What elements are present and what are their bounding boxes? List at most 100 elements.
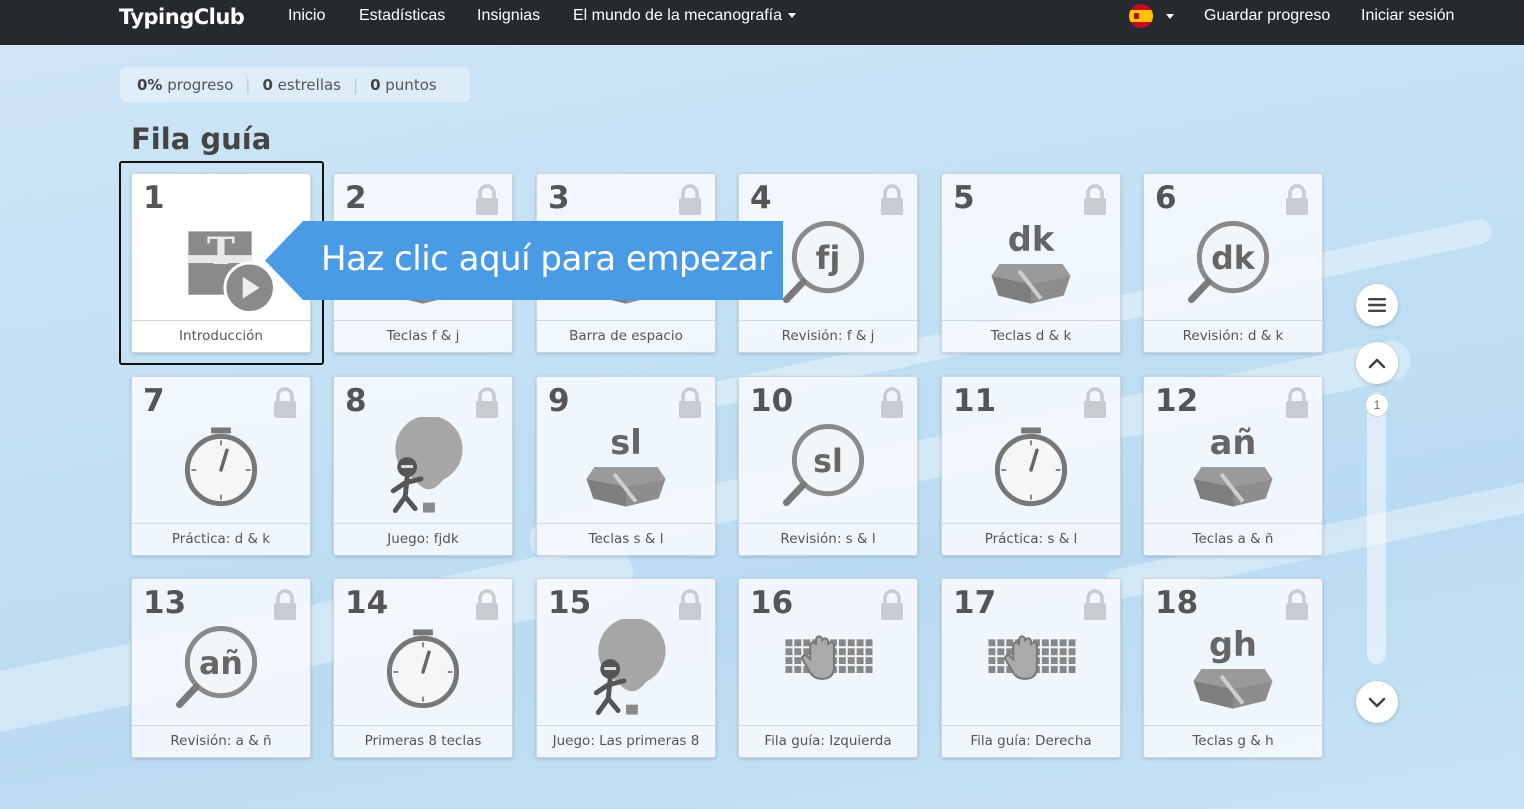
svg-text:sl: sl bbox=[610, 423, 642, 462]
points-label: puntos bbox=[385, 75, 437, 94]
scroll-down-button[interactable] bbox=[1356, 681, 1398, 723]
key-box-icon: dk bbox=[991, 220, 1071, 304]
lesson-label: Primeras 8 teclas bbox=[334, 725, 512, 757]
lock-icon bbox=[881, 589, 903, 620]
lesson-number: 18 bbox=[1155, 585, 1199, 621]
lesson-number: 1 bbox=[143, 180, 165, 216]
lesson-card-9[interactable]: 9 sl Teclas s & l bbox=[536, 376, 716, 556]
lock-icon bbox=[1084, 589, 1106, 620]
nav-dropdown-label: El mundo de la mecanografía bbox=[573, 7, 783, 24]
stopwatch-icon bbox=[386, 629, 460, 709]
menu-button[interactable] bbox=[1356, 284, 1398, 326]
lesson-card-11[interactable]: 11 Práctica: s & l bbox=[941, 376, 1121, 556]
lesson-number: 3 bbox=[548, 180, 570, 216]
language-caret-icon[interactable] bbox=[1166, 14, 1174, 19]
lock-icon bbox=[476, 184, 498, 215]
balloon-game-icon bbox=[593, 619, 666, 716]
lesson-number: 5 bbox=[953, 180, 975, 216]
section-title: Fila guía bbox=[131, 122, 272, 156]
scroll-up-button[interactable] bbox=[1356, 342, 1398, 384]
lesson-label: Revisión: s & l bbox=[739, 523, 917, 555]
lesson-card-7[interactable]: 7 Práctica: d & k bbox=[131, 376, 311, 556]
tooltip-text: Haz clic aquí para empezar bbox=[321, 239, 772, 279]
svg-text:fj: fj bbox=[816, 241, 841, 277]
nav-link-estadisticas[interactable]: Estadísticas bbox=[359, 7, 445, 25]
stars-label: estrellas bbox=[277, 75, 341, 94]
brand-logo[interactable]: TypingClub bbox=[119, 5, 245, 29]
magnifier-review-icon: dk bbox=[1188, 221, 1270, 304]
lesson-label: Teclas d & k bbox=[942, 320, 1120, 352]
lesson-label: Fila guía: Derecha bbox=[942, 725, 1120, 757]
start-tooltip: Haz clic aquí para empezar bbox=[265, 221, 783, 300]
lesson-label: Barra de espacio bbox=[537, 320, 715, 352]
lesson-card-6[interactable]: 6 dk Revisión: d & k bbox=[1143, 173, 1323, 353]
points-value: 0 bbox=[370, 75, 381, 94]
lesson-card-16[interactable]: 16 Fila guía: Izquierda bbox=[738, 578, 918, 758]
top-navbar: TypingClub Inicio Estadísticas Insignias… bbox=[0, 0, 1524, 45]
lesson-label: Fila guía: Izquierda bbox=[739, 725, 917, 757]
lesson-card-8[interactable]: 8 Juego: fjdk bbox=[333, 376, 513, 556]
lesson-number: 10 bbox=[750, 383, 794, 419]
lesson-card-10[interactable]: 10 sl Revisión: s & l bbox=[738, 376, 918, 556]
lesson-card-13[interactable]: 13 añ Revisión: a & ñ bbox=[131, 578, 311, 758]
progress-label: progreso bbox=[167, 75, 234, 94]
nav-dropdown-mundo[interactable]: El mundo de la mecanografía bbox=[573, 7, 797, 25]
key-box-icon: añ bbox=[1193, 423, 1273, 507]
key-box-icon: gh bbox=[1193, 625, 1273, 709]
stars-value: 0 bbox=[262, 75, 273, 94]
keyboard-hands-icon bbox=[988, 635, 1076, 680]
page-indicator[interactable]: 1 bbox=[1365, 393, 1389, 417]
save-progress-link[interactable]: Guardar progreso bbox=[1204, 7, 1330, 25]
magnifier-review-icon: sl bbox=[783, 424, 865, 507]
nav-link-insignias[interactable]: Insignias bbox=[477, 7, 540, 25]
caret-down-icon bbox=[788, 13, 797, 19]
lesson-number: 4 bbox=[750, 180, 772, 216]
svg-text:añ: añ bbox=[199, 646, 243, 682]
lesson-number: 11 bbox=[953, 383, 997, 419]
lesson-label: Juego: fjdk bbox=[334, 523, 512, 555]
lesson-label: Teclas s & l bbox=[537, 523, 715, 555]
lesson-number: 6 bbox=[1155, 180, 1177, 216]
lesson-card-12[interactable]: 12 añ Teclas a & ñ bbox=[1143, 376, 1323, 556]
lesson-label: Teclas a & ñ bbox=[1144, 523, 1322, 555]
lesson-card-5[interactable]: 5 dk Teclas d & k bbox=[941, 173, 1121, 353]
stopwatch-icon bbox=[184, 427, 258, 507]
chevron-up-icon bbox=[1368, 358, 1386, 369]
lock-icon bbox=[274, 387, 296, 418]
lesson-number: 2 bbox=[345, 180, 367, 216]
lock-icon bbox=[679, 184, 701, 215]
svg-text:sl: sl bbox=[813, 444, 843, 480]
language-flag-icon[interactable] bbox=[1129, 4, 1153, 28]
scroll-track[interactable] bbox=[1367, 392, 1386, 664]
lesson-number: 13 bbox=[143, 585, 187, 621]
key-box-icon: sl bbox=[586, 423, 666, 507]
lock-icon bbox=[476, 589, 498, 620]
svg-text:T: T bbox=[207, 229, 235, 273]
keyboard-hands-icon bbox=[785, 635, 873, 680]
stopwatch-icon bbox=[994, 427, 1068, 507]
svg-text:gh: gh bbox=[1209, 625, 1257, 664]
lesson-card-18[interactable]: 18 gh Teclas g & h bbox=[1143, 578, 1323, 758]
progress-value: 0% bbox=[137, 75, 163, 94]
lesson-card-15[interactable]: 15 Juego: Las primeras 8 bbox=[536, 578, 716, 758]
lesson-number: 8 bbox=[345, 383, 367, 419]
lock-icon bbox=[1286, 387, 1308, 418]
magnifier-review-icon: añ bbox=[176, 626, 258, 709]
lesson-number: 9 bbox=[548, 383, 570, 419]
lesson-label: Teclas g & h bbox=[1144, 725, 1322, 757]
svg-text:añ: añ bbox=[1210, 423, 1257, 462]
lesson-card-14[interactable]: 14 Primeras 8 teclas bbox=[333, 578, 513, 758]
chevron-down-icon bbox=[1368, 697, 1386, 708]
lock-icon bbox=[274, 589, 296, 620]
lesson-label: Revisión: d & k bbox=[1144, 320, 1322, 352]
lock-icon bbox=[679, 589, 701, 620]
svg-text:dk: dk bbox=[1008, 220, 1055, 259]
lesson-card-17[interactable]: 17 Fila guía: Derecha bbox=[941, 578, 1121, 758]
lesson-label: Revisión: a & ñ bbox=[132, 725, 310, 757]
lock-icon bbox=[881, 387, 903, 418]
lesson-number: 14 bbox=[345, 585, 389, 621]
hamburger-icon bbox=[1368, 298, 1386, 312]
nav-link-inicio[interactable]: Inicio bbox=[288, 7, 325, 25]
login-link[interactable]: Iniciar sesión bbox=[1361, 7, 1454, 25]
lesson-label: Juego: Las primeras 8 bbox=[537, 725, 715, 757]
